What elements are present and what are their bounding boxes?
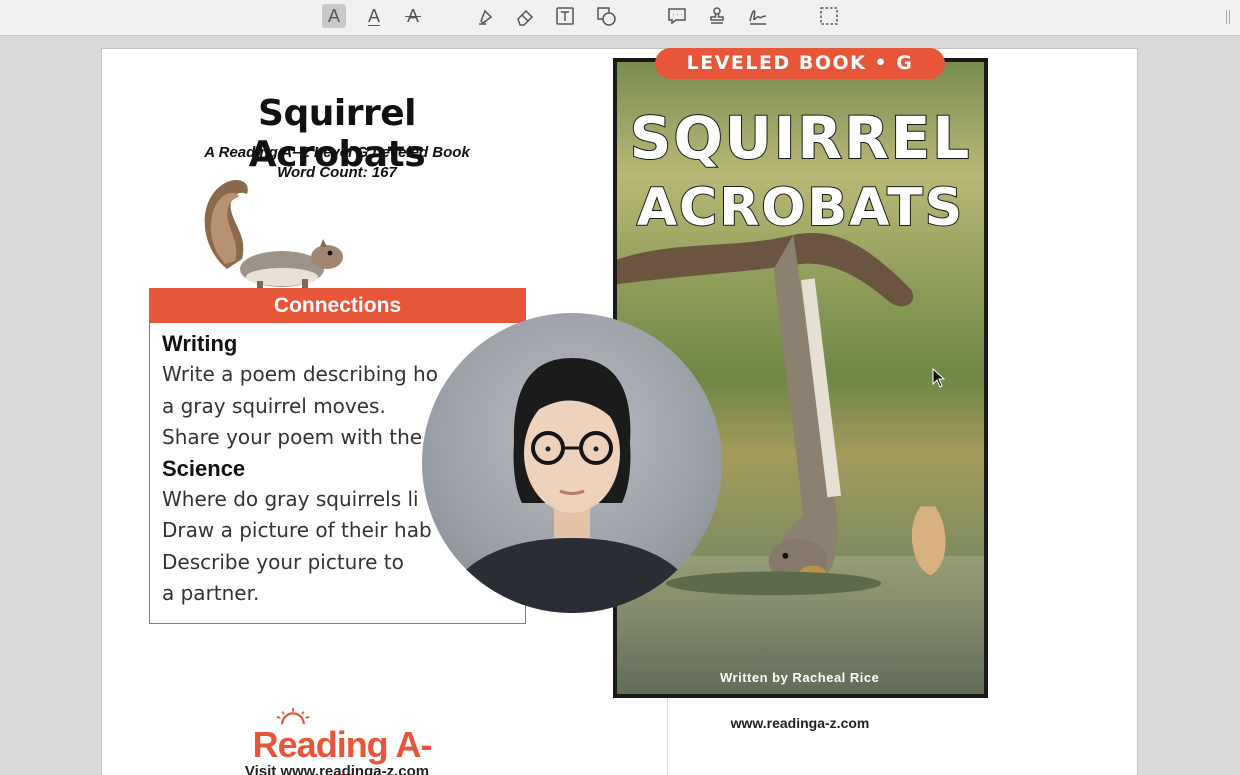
eraser-icon bbox=[517, 9, 534, 26]
comment-icon bbox=[668, 8, 686, 25]
highlighter-icon bbox=[479, 9, 493, 25]
cover-url[interactable]: www.readinga-z.com bbox=[700, 715, 900, 731]
eraser-button[interactable] bbox=[513, 4, 537, 28]
text-box-icon bbox=[556, 7, 574, 25]
shapes-icon bbox=[597, 7, 616, 26]
shapes-button[interactable] bbox=[594, 4, 618, 28]
leveled-book-badge: LEVELED BOOK • G bbox=[655, 48, 945, 79]
visit-link[interactable]: Visit www.readinga-z.com bbox=[212, 763, 462, 775]
cover-title-line2: ACROBATS bbox=[636, 177, 965, 239]
stamp-icon bbox=[710, 7, 724, 24]
annotation-toolbar: A A A bbox=[0, 0, 1240, 36]
presenter-video bbox=[442, 358, 702, 613]
stamp-button[interactable] bbox=[705, 4, 729, 28]
highlight-a-icon: A bbox=[327, 6, 340, 26]
signature-icon bbox=[749, 10, 767, 25]
selection-icon bbox=[820, 7, 838, 25]
mouse-pointer-icon bbox=[932, 368, 946, 388]
webcam-overlay[interactable] bbox=[422, 313, 722, 613]
science-line: a partner. bbox=[162, 581, 260, 605]
connections-header: Connections bbox=[150, 289, 525, 323]
reading-az-logo: Reading A-Z bbox=[247, 706, 437, 775]
writing-heading: Writing bbox=[162, 331, 238, 356]
selection-button[interactable] bbox=[817, 4, 841, 28]
highlighter-button[interactable] bbox=[474, 4, 498, 28]
text-strikethrough-button[interactable]: A bbox=[401, 4, 425, 28]
cover-title-line1: SQUIRREL bbox=[629, 103, 972, 173]
cover-author: Written by Racheal Rice bbox=[720, 670, 880, 685]
toolbar-grip[interactable] bbox=[1226, 10, 1230, 24]
underline-a-icon: A bbox=[367, 5, 380, 26]
signature-button[interactable] bbox=[746, 4, 770, 28]
squirrel-image bbox=[204, 179, 343, 289]
comment-button[interactable] bbox=[665, 4, 689, 28]
strikethrough-a-icon: A bbox=[404, 6, 422, 26]
text-underline-button[interactable]: A bbox=[362, 4, 386, 28]
text-highlight-button[interactable]: A bbox=[322, 4, 346, 28]
subtitle-line: A Reading A–Z Level G Leveled Book bbox=[204, 144, 470, 161]
text-box-button[interactable] bbox=[553, 4, 577, 28]
